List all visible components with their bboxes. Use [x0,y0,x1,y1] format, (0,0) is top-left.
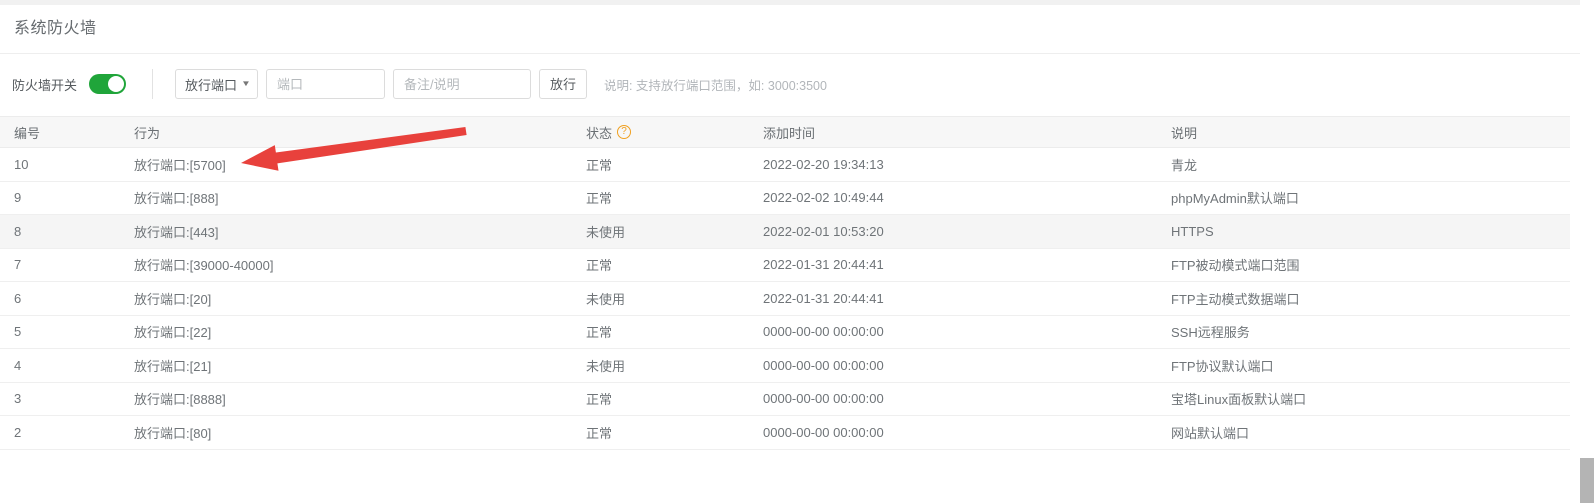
table-row[interactable]: 2 放行端口:[80] 正常 0000-00-00 00:00:00 网站默认端口 [0,415,1570,450]
cell-time: 2022-02-02 10:49:44 [749,181,1157,215]
port-input[interactable] [265,69,385,99]
cell-desc: phpMyAdmin默认端口 [1157,181,1570,215]
column-header-desc: 说明 [1157,116,1570,148]
cell-desc: HTTPS [1157,214,1570,249]
column-header-time-label: 添加时间 [763,125,816,141]
column-header-desc-label: 说明 [1171,125,1198,141]
table-body: 10 放行端口:[5700] 正常 2022-02-20 19:34:13 青龙 9 放行端… [0,147,1570,450]
firewall-rules-table-wrapper: 编号 行为 状态 ? 添加时间 说明 10 放行端口:[5700] 正常 202… [0,116,1570,450]
cell-state: 正常 [572,382,749,416]
cell-desc: FTP被动模式端口范围 [1157,248,1570,282]
cell-id: 7 [0,248,120,282]
rule-type-select-value: 放行端口 [185,77,238,93]
cell-state: 正常 [572,181,749,215]
cell-time: 2022-02-01 10:53:20 [749,214,1157,249]
cell-action: 放行端口:[39000-40000] [120,248,572,282]
cell-desc: FTP主动模式数据端口 [1157,281,1570,316]
table-row[interactable]: 5 放行端口:[22] 正常 0000-00-00 00:00:00 SSH远程服务 [0,315,1570,349]
cell-desc: 网站默认端口 [1157,415,1570,450]
firewall-rules-table: 编号 行为 状态 ? 添加时间 说明 10 放行端口:[5700] 正常 202… [0,116,1570,450]
cell-time: 2022-01-31 20:44:41 [749,248,1157,282]
cell-state: 未使用 [572,281,749,316]
column-header-state-label: 状态 [586,125,613,141]
column-header-id-label: 编号 [14,125,41,141]
cell-state: 正常 [572,415,749,450]
cell-action: 放行端口:[8888] [120,382,572,416]
toolbar-divider [152,69,154,99]
column-header-id: 编号 [0,116,120,148]
page-header: 系统防火墙 [0,5,1594,54]
cell-time: 0000-00-00 00:00:00 [749,315,1157,349]
cell-id: 4 [0,348,120,383]
note-input[interactable] [392,69,531,99]
cell-id: 9 [0,181,120,215]
cell-time: 2022-02-20 19:34:13 [749,147,1157,182]
table-row[interactable]: 9 放行端口:[888] 正常 2022-02-02 10:49:44 phpMyAdm… [0,181,1570,215]
table-row[interactable]: 4 放行端口:[21] 未使用 0000-00-00 00:00:00 FTP协议默认端… [0,348,1570,383]
cell-action: 放行端口:[22] [120,315,572,349]
column-header-action-label: 行为 [134,125,161,141]
cell-id: 5 [0,315,120,349]
rule-type-select[interactable]: 放行端口 ▼ [175,69,258,99]
cell-state: 未使用 [572,214,749,249]
cell-action: 放行端口:[443] [120,214,572,249]
cell-id: 6 [0,281,120,316]
table-row[interactable]: 8 放行端口:[443] 未使用 2022-02-01 10:53:20 HTTPS [0,214,1570,249]
allow-button[interactable]: 放行 [538,69,587,99]
cell-time: 0000-00-00 00:00:00 [749,415,1157,450]
firewall-switch-label: 防火墙开关 [12,77,78,93]
cell-state: 未使用 [572,348,749,383]
page-title: 系统防火墙 [14,20,97,37]
column-header-action: 行为 [120,116,572,148]
cell-state: 正常 [572,248,749,282]
vertical-scrollbar-thumb[interactable] [1580,458,1594,503]
cell-desc: FTP协议默认端口 [1157,348,1570,383]
cell-action: 放行端口:[5700] [120,147,572,182]
table-head: 编号 行为 状态 ? 添加时间 说明 [0,116,1570,148]
cell-time: 0000-00-00 00:00:00 [749,348,1157,383]
firewall-switch-toggle[interactable] [89,74,127,94]
table-row[interactable]: 3 放行端口:[8888] 正常 0000-00-00 00:00:00 宝塔Linux… [0,382,1570,416]
cell-time: 2022-01-31 20:44:41 [749,281,1157,316]
table-row[interactable]: 10 放行端口:[5700] 正常 2022-02-20 19:34:13 青龙 [0,147,1570,182]
toggle-knob [108,76,125,92]
chevron-down-icon: ▼ [241,79,251,88]
column-header-state: 状态 ? [572,116,749,148]
cell-desc: SSH远程服务 [1157,315,1570,349]
cell-state: 正常 [572,147,749,182]
cell-action: 放行端口:[20] [120,281,572,316]
firewall-page: 系统防火墙 防火墙开关 放行端口 ▼ 放行 说明: 支持放行端口范围，如: 30… [0,0,1594,503]
help-question-icon[interactable]: ? [617,125,632,139]
cell-id: 2 [0,415,120,450]
firewall-toolbar: 防火墙开关 放行端口 ▼ 放行 说明: 支持放行端口范围，如: 3000:350… [0,55,1594,113]
cell-id: 8 [0,214,120,249]
cell-id: 3 [0,382,120,416]
vertical-scrollbar-track[interactable] [1580,0,1594,503]
column-header-time: 添加时间 [749,116,1157,148]
cell-id: 10 [0,147,120,182]
cell-desc: 青龙 [1157,147,1570,182]
table-header-row: 编号 行为 状态 ? 添加时间 说明 [0,116,1570,148]
table-row[interactable]: 7 放行端口:[39000-40000] 正常 2022-01-31 20:44:41… [0,248,1570,282]
cell-time: 0000-00-00 00:00:00 [749,382,1157,416]
cell-action: 放行端口:[21] [120,348,572,383]
cell-action: 放行端口:[888] [120,181,572,215]
table-row[interactable]: 6 放行端口:[20] 未使用 2022-01-31 20:44:41 FTP主动模式数… [0,281,1570,316]
toolbar-hint-text: 说明: 支持放行端口范围，如: 3000:3500 [603,78,827,93]
cell-action: 放行端口:[80] [120,415,572,450]
cell-state: 正常 [572,315,749,349]
cell-desc: 宝塔Linux面板默认端口 [1157,382,1570,416]
